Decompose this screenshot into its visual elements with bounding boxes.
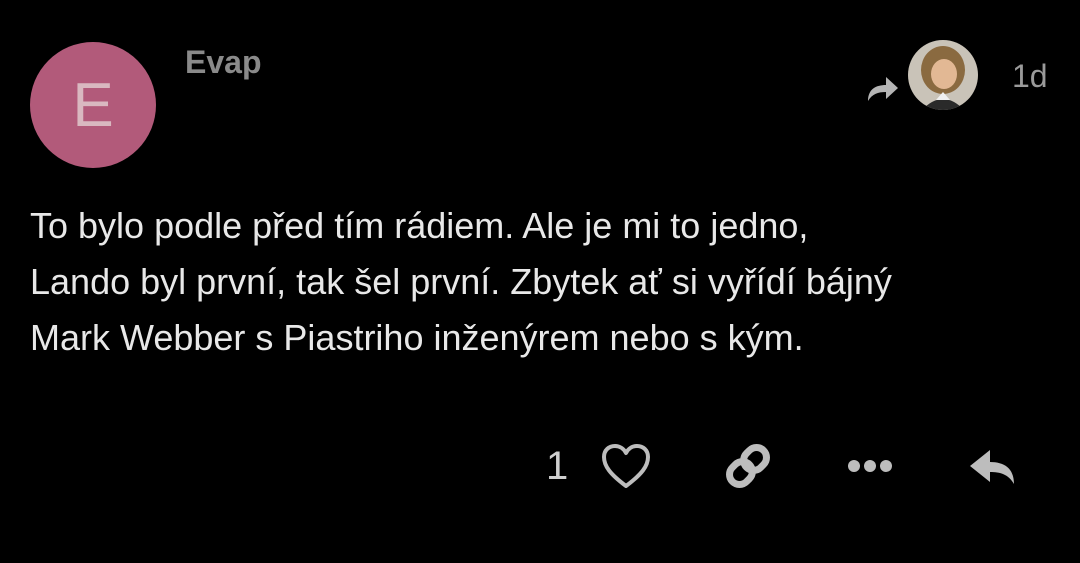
like-button[interactable]	[598, 440, 654, 496]
reply-button[interactable]	[964, 440, 1020, 496]
reply-icon	[966, 444, 1018, 493]
copy-link-button[interactable]	[720, 440, 776, 496]
like-count[interactable]: 1	[546, 444, 568, 489]
avatar-letter: E	[72, 70, 114, 140]
more-button[interactable]	[842, 440, 898, 496]
reply-to-avatar[interactable]	[908, 40, 978, 110]
post-body-line: Lando byl první, tak šel první. Zbytek a…	[30, 261, 892, 302]
post: E Evap 1d To bylo podle před tím rádiem.…	[0, 0, 1080, 563]
reply-to-indicator[interactable]	[862, 40, 978, 124]
more-dots-icon	[846, 458, 894, 479]
link-icon	[722, 440, 774, 497]
reply-arrow-icon	[862, 69, 902, 109]
author-avatar[interactable]: E	[30, 42, 156, 168]
post-body: To bylo podle před tím rádiem. Ale je mi…	[30, 198, 1050, 366]
post-date[interactable]: 1d	[1012, 58, 1048, 95]
heart-icon	[600, 442, 652, 495]
post-body-line: Mark Webber s Piastriho inženýrem nebo s…	[30, 317, 804, 358]
post-body-line: To bylo podle před tím rádiem. Ale je mi…	[30, 205, 809, 246]
author-name[interactable]: Evap	[185, 44, 261, 81]
post-actions: 1	[0, 440, 1080, 500]
